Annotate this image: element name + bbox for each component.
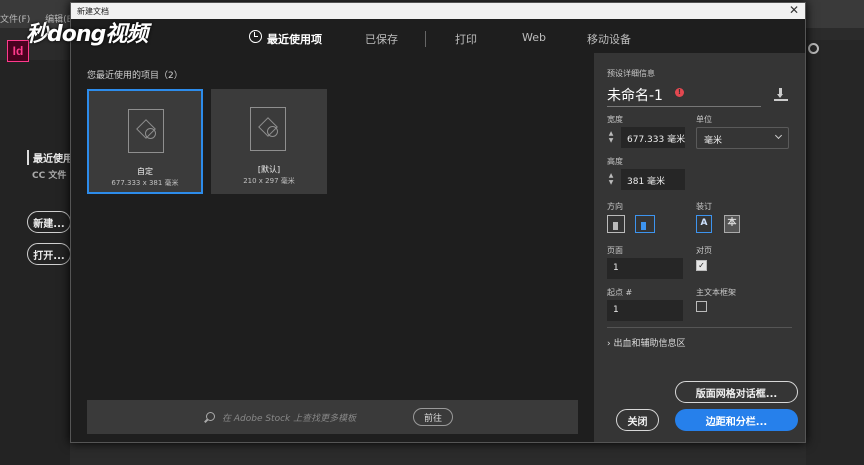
chevron-right-icon: › (607, 339, 611, 349)
start-page-input[interactable]: 1 (607, 300, 683, 321)
dialog-close-icon[interactable]: ✕ (789, 3, 799, 17)
tab-recent[interactable]: 最近使用项 (267, 31, 322, 47)
height-label: 高度 (607, 157, 623, 166)
unit-select-value: 毫米 (704, 136, 723, 146)
tab-mobile[interactable]: 移动设备 (587, 31, 631, 47)
preset-name: [默认] (257, 165, 281, 174)
orientation-label: 方向 (607, 202, 623, 211)
app-cc-files-label[interactable]: CC 文件 (32, 168, 66, 181)
watermark-part: o (61, 22, 77, 47)
app-new-button[interactable]: 新建... (27, 211, 71, 233)
preset-details-title: 预设详细信息 (607, 69, 655, 78)
watermark-part: ng视频 (75, 22, 148, 47)
primary-text-frame-label: 主文本框架 (696, 288, 736, 297)
section-divider (607, 327, 792, 328)
adobe-stock-search-bar: 在 Adobe Stock 上查找更多模板 前往 (87, 400, 578, 434)
binding-right-icon[interactable]: 本 (724, 215, 740, 233)
margins-columns-button[interactable]: 边距和分栏... (675, 409, 798, 431)
document-name-input[interactable]: 未命名-1 (607, 85, 761, 107)
width-stepper-icon[interactable]: ▲ ▼ (607, 130, 615, 144)
app-recent-label[interactable]: 最近使用 (27, 150, 73, 165)
close-button[interactable]: 关闭 (616, 409, 659, 431)
watermark-part: d (47, 22, 63, 47)
binding-left-icon[interactable]: A (696, 215, 712, 233)
portrait-icon[interactable] (607, 215, 625, 233)
bleed-slug-toggle[interactable]: › 出血和辅助信息区 (607, 336, 686, 349)
clock-icon (249, 30, 262, 43)
chevron-down-icon (774, 131, 783, 140)
app-open-button[interactable]: 打开... (27, 243, 71, 265)
tab-divider (425, 31, 426, 47)
pages-label: 页面 (607, 246, 623, 255)
new-document-dialog: 新建文档 ✕ 最近使用项 已保存 打印 Web 移动设备 您最近使用的项目（2）… (70, 2, 806, 443)
landscape-icon[interactable] (635, 215, 655, 233)
layout-grid-button[interactable]: 版面网格对话框... (675, 381, 798, 403)
height-stepper-icon[interactable]: ▲ ▼ (607, 172, 615, 186)
width-label: 宽度 (607, 115, 623, 124)
tab-print[interactable]: 打印 (455, 31, 477, 47)
facing-pages-checkbox[interactable]: ✓ (696, 260, 707, 271)
watermark-part: 秒 (26, 22, 48, 47)
preset-details-panel: 预设详细信息 未命名-1 ! 宽度 ▲ ▼ 677.333 毫米 单位 毫米 高度… (594, 53, 805, 442)
search-icon (206, 412, 215, 421)
stock-search-input[interactable]: 在 Adobe Stock 上查找更多模板 (222, 411, 356, 424)
app-right-area (806, 40, 864, 465)
height-input[interactable]: 381 毫米 (621, 169, 685, 190)
alert-icon[interactable]: ! (675, 88, 684, 97)
app-status-icon (808, 43, 819, 54)
recent-items-title: 您最近使用的项目（2） (87, 71, 183, 81)
bleed-slug-label: 出血和辅助信息区 (613, 339, 686, 349)
preset-name: 自定 (137, 167, 153, 176)
document-icon (128, 109, 164, 153)
tab-web[interactable]: Web (522, 31, 546, 44)
start-page-label: 起点 # (607, 288, 633, 297)
document-icon (250, 107, 286, 151)
primary-text-frame-checkbox[interactable] (696, 301, 707, 312)
pages-input[interactable]: 1 (607, 258, 683, 279)
unit-label: 单位 (696, 115, 712, 124)
preset-card-default[interactable]: [默认] 210 x 297 毫米 (211, 89, 327, 194)
watermark-logo: 秒dong视频 (26, 16, 148, 48)
save-preset-icon[interactable] (774, 88, 788, 101)
binding-label: 装订 (696, 202, 712, 211)
tab-saved[interactable]: 已保存 (365, 31, 398, 47)
preset-dimensions: 677.333 x 381 毫米 (111, 179, 179, 187)
width-input[interactable]: 677.333 毫米 (621, 127, 685, 148)
preset-tabs: 最近使用项 已保存 打印 Web 移动设备 (71, 25, 631, 53)
preset-dimensions: 210 x 297 毫米 (243, 177, 295, 185)
dialog-titlebar: 新建文档 ✕ (71, 3, 805, 19)
unit-select[interactable]: 毫米 (696, 127, 789, 149)
facing-pages-label: 对页 (696, 246, 712, 255)
stock-go-button[interactable]: 前往 (413, 408, 453, 426)
preset-card-custom[interactable]: 自定 677.333 x 381 毫米 (87, 89, 203, 194)
